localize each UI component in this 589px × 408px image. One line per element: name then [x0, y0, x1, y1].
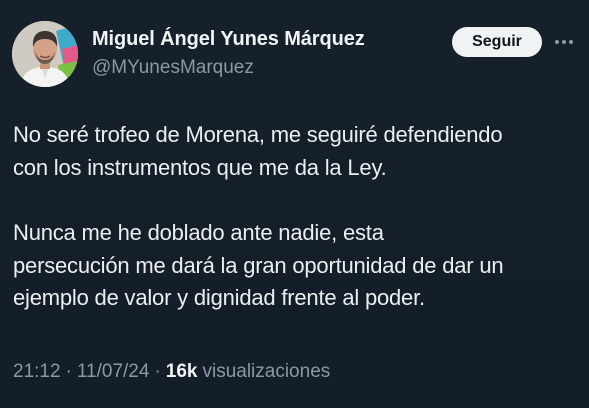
author-avatar[interactable] — [12, 21, 78, 87]
tweet-paragraph-2: Nunca me he doblado ante nadie, esta per… — [13, 220, 504, 310]
follow-button[interactable]: Seguir — [452, 27, 542, 57]
author-handle[interactable]: @MYunesMarquez — [92, 57, 254, 79]
views-label[interactable]: visualizaciones — [202, 361, 330, 383]
tweet-time[interactable]: 21:12 — [13, 361, 61, 383]
tweet-date[interactable]: 11/07/24 — [77, 361, 150, 383]
tweet-paragraph-1: No seré trofeo de Morena, me seguiré def… — [13, 122, 503, 180]
meta-separator: · — [154, 361, 161, 382]
tweet-meta: 21:12 · 11/07/24 · 16k visualizaciones — [13, 361, 330, 383]
author-display-name[interactable]: Miguel Ángel Yunes Márquez — [92, 28, 365, 51]
views-count[interactable]: 16k — [166, 361, 198, 383]
meta-separator: · — [65, 361, 72, 382]
tweet-card: Miguel Ángel Yunes Márquez @MYunesMarque… — [0, 0, 589, 408]
more-options-icon[interactable] — [552, 30, 576, 54]
avatar-image — [12, 21, 78, 87]
tweet-text: No seré trofeo de Morena, me seguiré def… — [13, 119, 583, 315]
author-name-row: Miguel Ángel Yunes Márquez — [92, 28, 365, 51]
